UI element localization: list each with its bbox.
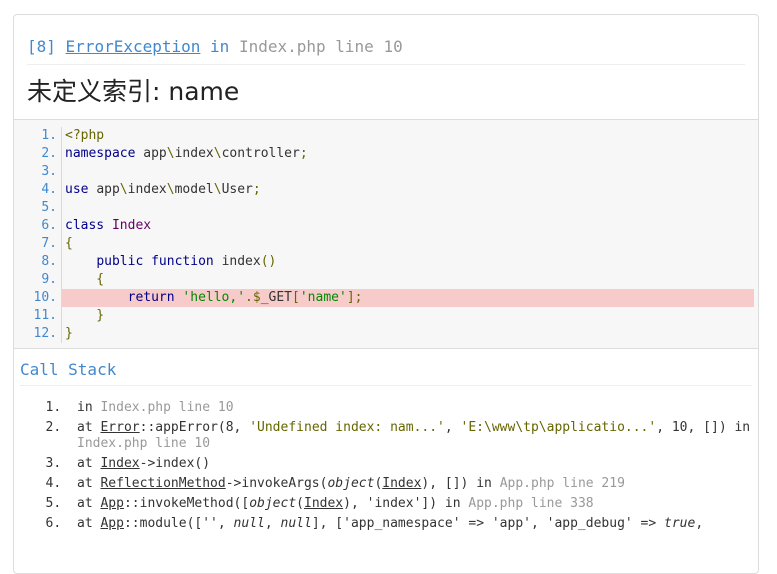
exception-file: Index.php line 10 bbox=[238, 37, 403, 56]
source-line: 6. class Index bbox=[14, 217, 754, 235]
line-code: } bbox=[65, 326, 73, 341]
call-stack-item: at Error::appError(8, 'Undefined index: … bbox=[69, 420, 752, 452]
line-number: 8. bbox=[14, 253, 62, 271]
source-line: 8. public function index() bbox=[14, 253, 754, 271]
line-number: 12. bbox=[14, 325, 62, 343]
line-number: 10. bbox=[14, 289, 62, 307]
exception-panel: [8] ErrorException in Index.php line 10 … bbox=[13, 14, 759, 574]
line-number: 9. bbox=[14, 271, 62, 289]
line-code: { bbox=[65, 236, 73, 251]
source-line: 4. use app\index\model\User; bbox=[14, 181, 754, 199]
exception-location: [8] ErrorException in Index.php line 10 bbox=[27, 37, 745, 65]
source-line: 12.} bbox=[14, 325, 754, 343]
line-number: 6. bbox=[14, 217, 62, 235]
in-word: in bbox=[210, 37, 230, 56]
source-line: 10. return 'hello,'.$_GET['name']; bbox=[14, 289, 754, 307]
line-number: 4. bbox=[14, 181, 62, 199]
line-number: 1. bbox=[14, 127, 62, 145]
line-number: 11. bbox=[14, 307, 62, 325]
call-stack-item: in Index.php line 10 bbox=[69, 400, 752, 416]
source-code: 1. <?php 2. namespace app\index\controller;… bbox=[14, 119, 758, 349]
call-stack-item: at App::invokeMethod([object(Index), 'in… bbox=[69, 496, 752, 512]
line-code: <?php bbox=[65, 128, 105, 143]
call-stack-item: at Index->index() bbox=[69, 456, 752, 472]
call-stack: Call Stack in Index.php line 10 at Error… bbox=[14, 349, 758, 532]
source-line: 3. bbox=[14, 163, 754, 181]
source-line: 9. { bbox=[14, 271, 754, 289]
source-line: 5. bbox=[14, 199, 754, 217]
exception-class-link[interactable]: ErrorException bbox=[66, 37, 201, 56]
line-code: use app\index\model\User; bbox=[65, 182, 261, 197]
line-code: class Index bbox=[65, 218, 152, 233]
error-code: [8] bbox=[27, 37, 56, 56]
line-code: } bbox=[65, 308, 105, 323]
call-stack-list: in Index.php line 10 at Error::appError(… bbox=[20, 400, 752, 532]
line-number: 5. bbox=[14, 199, 62, 217]
source-line: 7.{ bbox=[14, 235, 754, 253]
line-code: { bbox=[65, 272, 105, 287]
call-stack-item: at ReflectionMethod->invokeArgs(object(I… bbox=[69, 476, 752, 492]
source-line: 2. namespace app\index\controller; bbox=[14, 145, 754, 163]
exception-message: 未定义索引: name bbox=[27, 77, 240, 106]
line-number: 3. bbox=[14, 163, 62, 181]
exception-header: [8] ErrorException in Index.php line 10 … bbox=[14, 15, 758, 119]
call-stack-title: Call Stack bbox=[20, 359, 752, 386]
line-number: 2. bbox=[14, 145, 62, 163]
line-code: return 'hello,'.$_GET['name']; bbox=[62, 289, 754, 307]
source-line: 1. <?php bbox=[14, 127, 754, 145]
line-code: namespace app\index\controller; bbox=[65, 146, 308, 161]
source-line: 11. } bbox=[14, 307, 754, 325]
call-stack-item: at App::module(['', null, null], ['app_n… bbox=[69, 516, 752, 532]
line-number: 7. bbox=[14, 235, 62, 253]
line-code: public function index() bbox=[96, 254, 277, 269]
